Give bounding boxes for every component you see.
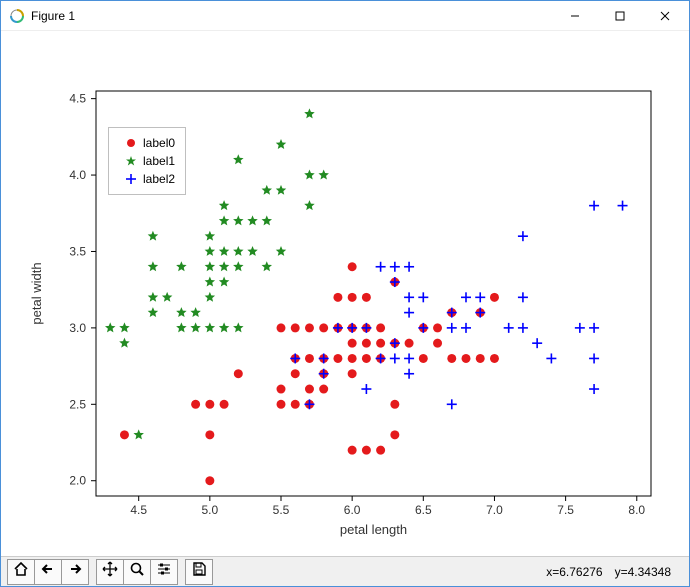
save-button[interactable] <box>185 559 213 585</box>
arrow-left-icon <box>40 561 56 582</box>
legend-item-label2: label2 <box>119 170 175 188</box>
plot-area[interactable]: 4.5 5.0 5.5 6.0 6.5 7.0 7.5 8.0 2.0 2.5 3.0 3.5 4.0 4… <box>1 31 689 556</box>
svg-text:6.0: 6.0 <box>344 503 361 517</box>
coord-x-readout: x=6.76276 <box>546 565 602 579</box>
svg-text:6.5: 6.5 <box>415 503 432 517</box>
close-button[interactable] <box>642 1 687 31</box>
circle-marker-icon <box>119 137 143 149</box>
svg-text:2.5: 2.5 <box>69 397 86 411</box>
app-window: Figure 1 4.5 5.0 5.5 6.0 6.5 7.0 7.5 8.0 2.0 2.5 3… <box>0 0 690 587</box>
legend-item-label1: label1 <box>119 152 175 170</box>
svg-text:petal width: petal width <box>29 262 44 324</box>
svg-text:7.5: 7.5 <box>557 503 574 517</box>
forward-button[interactable] <box>61 559 89 585</box>
minimize-button[interactable] <box>552 1 597 31</box>
window-title: Figure 1 <box>31 9 75 23</box>
titlebar: Figure 1 <box>1 1 689 31</box>
save-icon <box>191 561 207 582</box>
svg-text:3.5: 3.5 <box>69 244 86 258</box>
app-icon <box>9 8 25 24</box>
zoom-button[interactable] <box>123 559 151 585</box>
star-marker-icon <box>119 155 143 167</box>
legend-label: label1 <box>143 154 175 168</box>
arrow-right-icon <box>67 561 83 582</box>
svg-text:4.5: 4.5 <box>69 92 86 106</box>
configure-button[interactable] <box>150 559 178 585</box>
legend-label: label2 <box>143 172 175 186</box>
svg-text:3.0: 3.0 <box>69 321 86 335</box>
svg-text:4.0: 4.0 <box>69 168 86 182</box>
home-icon <box>13 561 29 582</box>
zoom-icon <box>129 561 145 582</box>
legend: label0 label1 label2 <box>108 127 186 195</box>
legend-label: label0 <box>143 136 175 150</box>
svg-text:4.5: 4.5 <box>130 503 147 517</box>
move-icon <box>102 561 118 582</box>
scatter-plot: 4.5 5.0 5.5 6.0 6.5 7.0 7.5 8.0 2.0 2.5 3.0 3.5 4.0 4… <box>1 31 689 556</box>
home-button[interactable] <box>7 559 35 585</box>
svg-text:5.0: 5.0 <box>202 503 219 517</box>
svg-text:5.5: 5.5 <box>273 503 290 517</box>
nav-toolbar: x=6.76276 y=4.34348 <box>1 556 689 586</box>
coord-y-readout: y=4.34348 <box>615 565 671 579</box>
svg-text:petal length: petal length <box>340 522 407 537</box>
sliders-icon <box>156 561 172 582</box>
maximize-button[interactable] <box>597 1 642 31</box>
plus-marker-icon <box>119 173 143 185</box>
svg-text:7.0: 7.0 <box>486 503 503 517</box>
svg-text:2.0: 2.0 <box>69 474 86 488</box>
svg-text:8.0: 8.0 <box>628 503 645 517</box>
pan-button[interactable] <box>96 559 124 585</box>
back-button[interactable] <box>34 559 62 585</box>
legend-item-label0: label0 <box>119 134 175 152</box>
